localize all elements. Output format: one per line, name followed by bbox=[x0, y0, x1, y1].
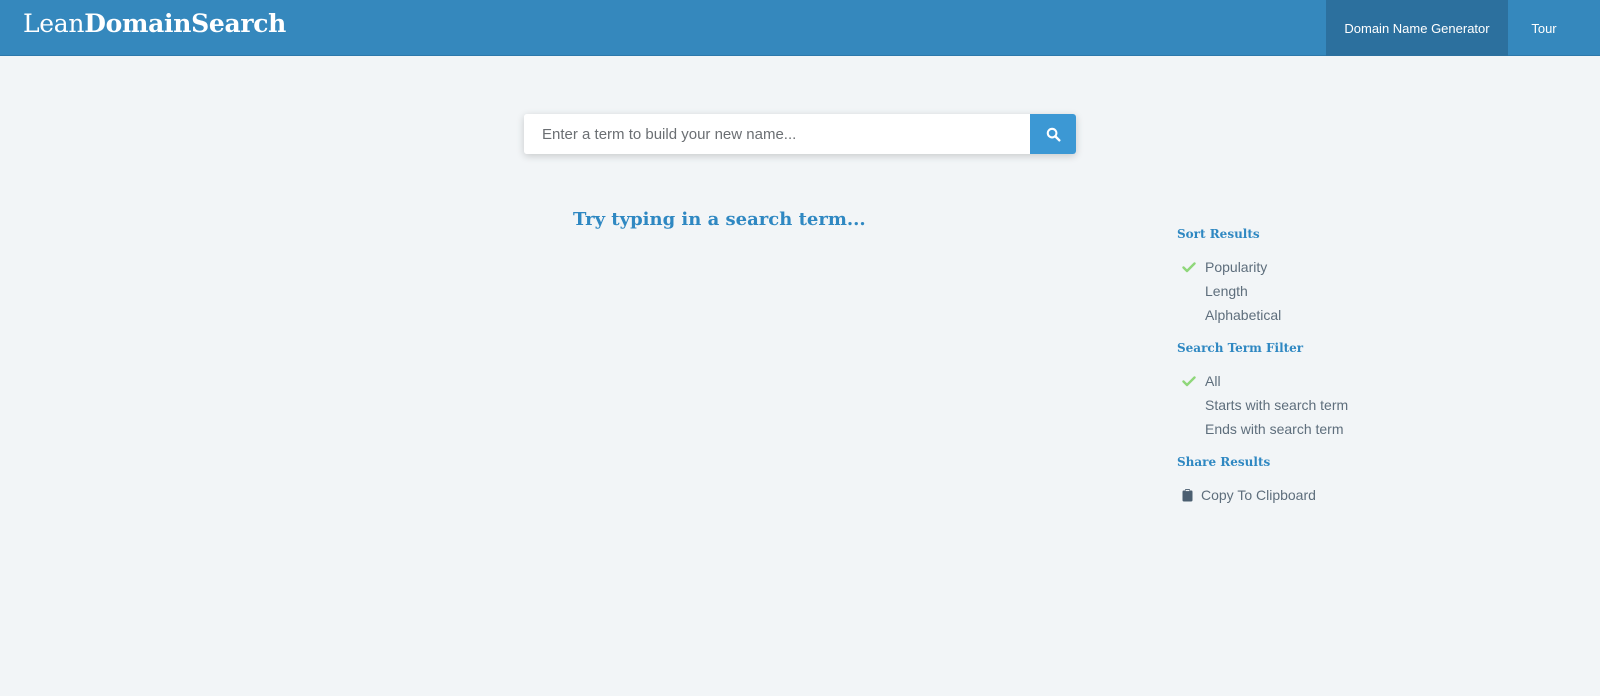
share-options: Copy To Clipboard bbox=[1177, 483, 1437, 507]
results-sidebar: Sort Results Popularity Length Alphabeti… bbox=[1177, 226, 1437, 520]
sort-option-length[interactable]: Length bbox=[1177, 279, 1437, 303]
search-prompt: Try typing in a search term... bbox=[573, 209, 866, 230]
top-nav: Domain Name Generator Tour bbox=[1326, 0, 1600, 56]
option-label: Alphabetical bbox=[1205, 307, 1282, 323]
site-logo[interactable]: LeanDomainSearch bbox=[23, 9, 286, 38]
logo-text-light: Lean bbox=[23, 9, 85, 38]
check-icon bbox=[1182, 255, 1198, 279]
option-label: Popularity bbox=[1205, 259, 1268, 275]
sort-option-popularity[interactable]: Popularity bbox=[1177, 255, 1437, 279]
sort-results-title: Sort Results bbox=[1177, 227, 1260, 241]
check-icon bbox=[1182, 369, 1198, 393]
filter-option-all[interactable]: All bbox=[1177, 369, 1437, 393]
copy-to-clipboard-button[interactable]: Copy To Clipboard bbox=[1177, 483, 1437, 507]
option-label: All bbox=[1205, 373, 1221, 389]
sort-option-alphabetical[interactable]: Alphabetical bbox=[1177, 303, 1437, 327]
share-results-title: Share Results bbox=[1177, 455, 1271, 469]
copy-to-clipboard-label: Copy To Clipboard bbox=[1201, 487, 1316, 503]
option-label: Ends with search term bbox=[1205, 421, 1344, 437]
sort-options: Popularity Length Alphabetical bbox=[1177, 255, 1437, 327]
filter-option-starts-with[interactable]: Starts with search term bbox=[1177, 393, 1437, 417]
top-header: LeanDomainSearch Domain Name Generator T… bbox=[0, 0, 1600, 56]
filter-option-ends-with[interactable]: Ends with search term bbox=[1177, 417, 1437, 441]
logo-text-bold: DomainSearch bbox=[84, 9, 287, 38]
option-label: Starts with search term bbox=[1205, 397, 1349, 413]
search-icon bbox=[1046, 127, 1061, 142]
search-term-filter-title: Search Term Filter bbox=[1177, 341, 1304, 355]
search-input[interactable] bbox=[524, 114, 1030, 154]
search-button[interactable] bbox=[1030, 114, 1076, 154]
filter-options: All Starts with search term Ends with se… bbox=[1177, 369, 1437, 441]
search-bar bbox=[524, 114, 1076, 154]
nav-domain-name-generator[interactable]: Domain Name Generator bbox=[1326, 0, 1508, 56]
clipboard-icon bbox=[1182, 483, 1194, 507]
option-label: Length bbox=[1205, 283, 1248, 299]
nav-tour[interactable]: Tour bbox=[1508, 0, 1580, 56]
